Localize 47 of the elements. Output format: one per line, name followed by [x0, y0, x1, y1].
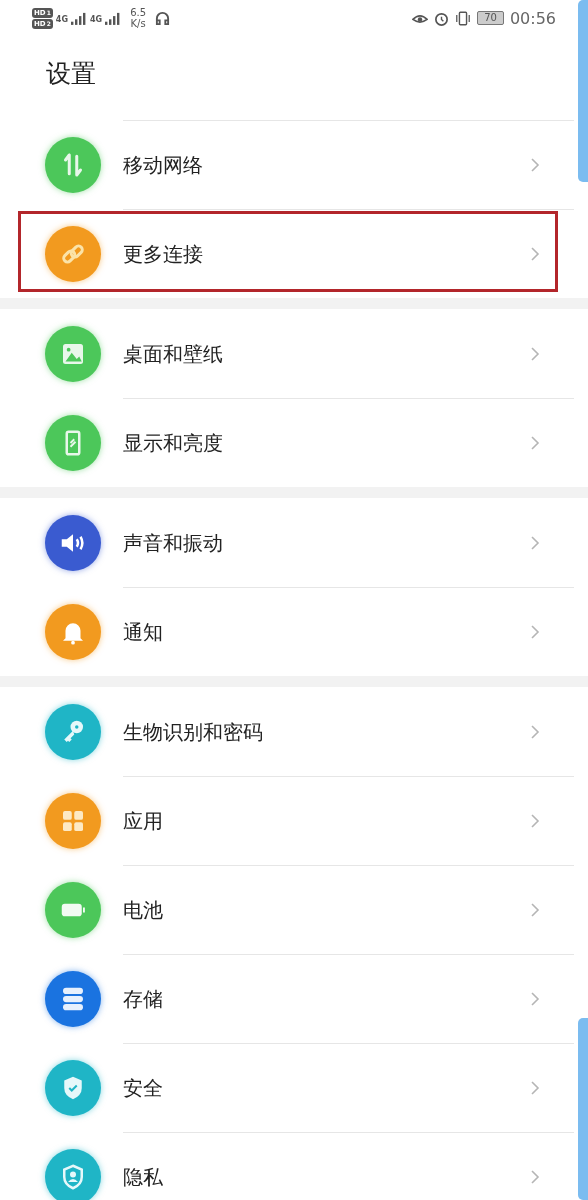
settings-item[interactable]: 应用 — [0, 776, 574, 865]
item-label: 电池 — [123, 896, 163, 924]
battery-indicator: 70 — [477, 11, 504, 25]
item-label: 桌面和壁纸 — [123, 340, 223, 368]
headset-icon — [155, 10, 171, 26]
settings-item[interactable]: 更多连接 — [0, 209, 574, 298]
chevron-icon — [530, 902, 540, 918]
signal-icon — [105, 11, 122, 25]
settings-item[interactable]: 安全 — [0, 1043, 574, 1132]
chevron-icon — [530, 724, 540, 740]
settings-item[interactable]: 电池 — [0, 865, 574, 954]
chevron-icon — [530, 991, 540, 1007]
chevron-icon — [530, 246, 540, 262]
vibrate-icon — [455, 10, 472, 26]
chevron-icon — [530, 1169, 540, 1185]
chevron-icon — [530, 435, 540, 451]
network-type: 4G — [55, 15, 68, 24]
chevron-icon — [530, 346, 540, 362]
signal-icon — [71, 11, 87, 25]
item-label: 显示和亮度 — [123, 429, 223, 457]
settings-item[interactable]: 移动网络 — [0, 120, 574, 209]
item-label: 移动网络 — [123, 151, 203, 179]
item-label: 隐私 — [123, 1163, 163, 1191]
speed-value: 6.5 — [130, 7, 147, 18]
item-label: 通知 — [123, 618, 163, 646]
settings-item[interactable]: 生物识别和密码 — [0, 687, 574, 776]
chevron-icon — [530, 624, 540, 640]
item-label: 声音和振动 — [123, 529, 223, 557]
chevron-icon — [530, 813, 540, 829]
item-label: 更多连接 — [123, 240, 203, 268]
chevron-icon — [530, 157, 540, 173]
settings-item[interactable]: 显示和亮度 — [0, 398, 574, 487]
settings-item[interactable]: 桌面和壁纸 — [0, 309, 574, 398]
speed-unit: K/s — [130, 18, 146, 29]
settings-item[interactable]: 隐私 — [0, 1132, 574, 1200]
clock-time: 00:56 — [509, 8, 556, 28]
item-label: 应用 — [123, 807, 163, 835]
settings-item[interactable]: 通知 — [0, 587, 574, 676]
item-label: 存储 — [123, 985, 163, 1013]
item-label: 生物识别和密码 — [123, 718, 263, 746]
alarm-icon — [434, 10, 450, 26]
network-type: 4G — [90, 15, 103, 24]
chevron-icon — [530, 1080, 540, 1096]
settings-item[interactable]: 存储 — [0, 954, 574, 1043]
chevron-icon — [530, 535, 540, 551]
settings-item[interactable]: 声音和振动 — [0, 498, 574, 587]
item-label: 安全 — [123, 1074, 163, 1102]
